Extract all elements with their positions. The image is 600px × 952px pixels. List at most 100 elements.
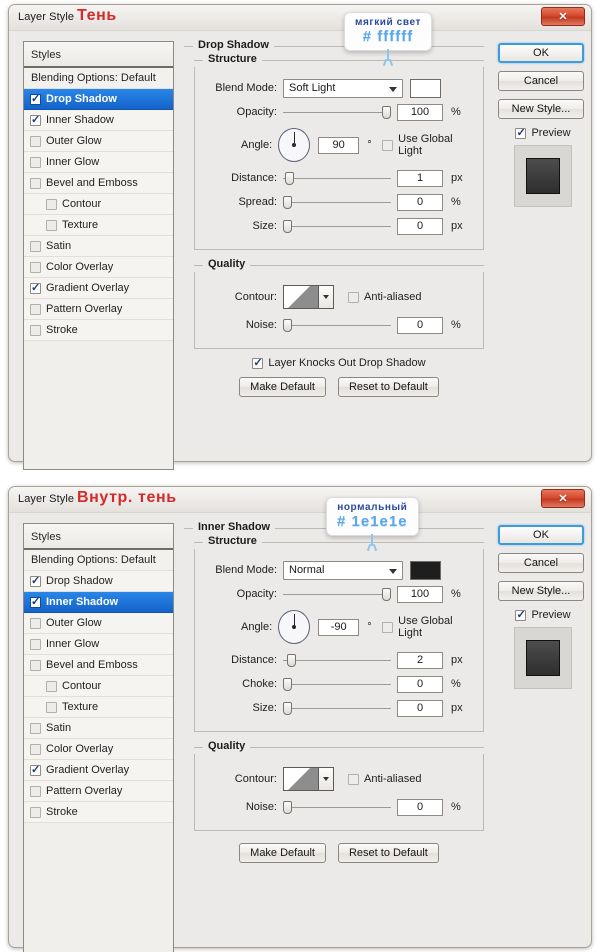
- noise-input[interactable]: 0: [397, 317, 443, 334]
- style-list-item[interactable]: Gradient Overlay: [24, 278, 173, 299]
- style-list-item[interactable]: Pattern Overlay: [24, 781, 173, 802]
- style-list-item[interactable]: Contour: [24, 676, 173, 697]
- style-enable-checkbox[interactable]: [46, 199, 57, 210]
- layer-knockout-checkbox[interactable]: [252, 358, 263, 369]
- anti-aliased-checkbox[interactable]: [348, 292, 359, 303]
- style-list-item[interactable]: Stroke: [24, 802, 173, 823]
- blend-mode-select[interactable]: Normal: [283, 561, 403, 580]
- style-enable-checkbox[interactable]: [30, 178, 41, 189]
- opacity-slider[interactable]: [283, 104, 391, 121]
- use-global-light-row[interactable]: Use Global Light: [382, 133, 473, 157]
- style-list-item[interactable]: Bevel and Emboss: [24, 173, 173, 194]
- size-slider[interactable]: [283, 218, 391, 235]
- new-style-button[interactable]: New Style...: [498, 581, 584, 601]
- noise-input[interactable]: 0: [397, 799, 443, 816]
- use-global-light-row[interactable]: Use Global Light: [382, 615, 473, 639]
- style-enable-checkbox[interactable]: [46, 702, 57, 713]
- style-enable-checkbox[interactable]: [30, 639, 41, 650]
- anti-aliased-row[interactable]: Anti-aliased: [348, 773, 421, 785]
- opacity-slider[interactable]: [283, 586, 391, 603]
- color-swatch[interactable]: [410, 561, 441, 580]
- style-enable-checkbox[interactable]: [30, 241, 41, 252]
- style-enable-checkbox[interactable]: [30, 786, 41, 797]
- preview-row[interactable]: Preview: [498, 609, 588, 621]
- contour-picker[interactable]: [283, 767, 334, 791]
- style-list-item[interactable]: Inner Shadow: [24, 592, 173, 613]
- new-style-button[interactable]: New Style...: [498, 99, 584, 119]
- contour-dropdown-button[interactable]: [319, 285, 334, 309]
- style-list-item[interactable]: Satin: [24, 236, 173, 257]
- noise-slider[interactable]: [283, 317, 391, 334]
- style-list-item[interactable]: Texture: [24, 215, 173, 236]
- use-global-light-checkbox[interactable]: [382, 140, 393, 151]
- style-list-item[interactable]: Inner Glow: [24, 152, 173, 173]
- style-list-item[interactable]: Color Overlay: [24, 257, 173, 278]
- make-default-button[interactable]: Make Default: [239, 377, 326, 397]
- style-enable-checkbox[interactable]: [30, 765, 41, 776]
- style-list-item[interactable]: Satin: [24, 718, 173, 739]
- ok-button[interactable]: OK: [498, 43, 584, 63]
- style-list-item[interactable]: Outer Glow: [24, 131, 173, 152]
- spread-input[interactable]: 0: [397, 194, 443, 211]
- style-list-item[interactable]: Contour: [24, 194, 173, 215]
- style-enable-checkbox[interactable]: [30, 115, 41, 126]
- style-enable-checkbox[interactable]: [46, 220, 57, 231]
- contour-picker[interactable]: [283, 285, 334, 309]
- style-list-item[interactable]: Texture: [24, 697, 173, 718]
- distance-input[interactable]: 1: [397, 170, 443, 187]
- make-default-button[interactable]: Make Default: [239, 843, 326, 863]
- style-enable-checkbox[interactable]: [30, 94, 41, 105]
- angle-dial[interactable]: [278, 610, 310, 644]
- style-list-item[interactable]: Outer Glow: [24, 613, 173, 634]
- anti-aliased-row[interactable]: Anti-aliased: [348, 291, 421, 303]
- reset-to-default-button[interactable]: Reset to Default: [338, 377, 439, 397]
- choke-slider[interactable]: [283, 676, 391, 693]
- size-slider[interactable]: [283, 700, 391, 717]
- cancel-button[interactable]: Cancel: [498, 71, 584, 91]
- close-button[interactable]: ✕: [541, 7, 585, 26]
- style-list-item[interactable]: Gradient Overlay: [24, 760, 173, 781]
- style-enable-checkbox[interactable]: [30, 618, 41, 629]
- blend-mode-select[interactable]: Soft Light: [283, 79, 403, 98]
- style-enable-checkbox[interactable]: [30, 807, 41, 818]
- choke-input[interactable]: 0: [397, 676, 443, 693]
- style-enable-checkbox[interactable]: [30, 597, 41, 608]
- noise-slider[interactable]: [283, 799, 391, 816]
- style-enable-checkbox[interactable]: [30, 723, 41, 734]
- style-list-item[interactable]: Stroke: [24, 320, 173, 341]
- style-list-item[interactable]: Color Overlay: [24, 739, 173, 760]
- preview-row[interactable]: Preview: [498, 127, 588, 139]
- style-enable-checkbox[interactable]: [30, 157, 41, 168]
- style-enable-checkbox[interactable]: [30, 304, 41, 315]
- preview-checkbox[interactable]: [515, 128, 526, 139]
- style-enable-checkbox[interactable]: [30, 136, 41, 147]
- spread-slider[interactable]: [283, 194, 391, 211]
- style-list-item[interactable]: Blending Options: Default: [24, 550, 173, 571]
- size-input[interactable]: 0: [397, 700, 443, 717]
- style-enable-checkbox[interactable]: [30, 576, 41, 587]
- layer-knockout-row[interactable]: Layer Knocks Out Drop Shadow: [194, 357, 484, 369]
- style-list-item[interactable]: Drop Shadow: [24, 89, 173, 110]
- cancel-button[interactable]: Cancel: [498, 553, 584, 573]
- contour-dropdown-button[interactable]: [319, 767, 334, 791]
- style-list-item[interactable]: Inner Shadow: [24, 110, 173, 131]
- size-input[interactable]: 0: [397, 218, 443, 235]
- reset-to-default-button[interactable]: Reset to Default: [338, 843, 439, 863]
- opacity-input[interactable]: 100: [397, 104, 443, 121]
- angle-input[interactable]: 90: [318, 137, 359, 154]
- color-swatch[interactable]: [410, 79, 441, 98]
- style-enable-checkbox[interactable]: [30, 283, 41, 294]
- style-enable-checkbox[interactable]: [30, 325, 41, 336]
- angle-dial[interactable]: [278, 128, 310, 162]
- style-list-item[interactable]: Pattern Overlay: [24, 299, 173, 320]
- style-list-item[interactable]: Bevel and Emboss: [24, 655, 173, 676]
- style-list-item[interactable]: Drop Shadow: [24, 571, 173, 592]
- distance-slider[interactable]: [283, 652, 391, 669]
- anti-aliased-checkbox[interactable]: [348, 774, 359, 785]
- style-list-item[interactable]: Inner Glow: [24, 634, 173, 655]
- angle-input[interactable]: -90: [318, 619, 359, 636]
- opacity-input[interactable]: 100: [397, 586, 443, 603]
- preview-checkbox[interactable]: [515, 610, 526, 621]
- use-global-light-checkbox[interactable]: [382, 622, 393, 633]
- style-enable-checkbox[interactable]: [30, 262, 41, 273]
